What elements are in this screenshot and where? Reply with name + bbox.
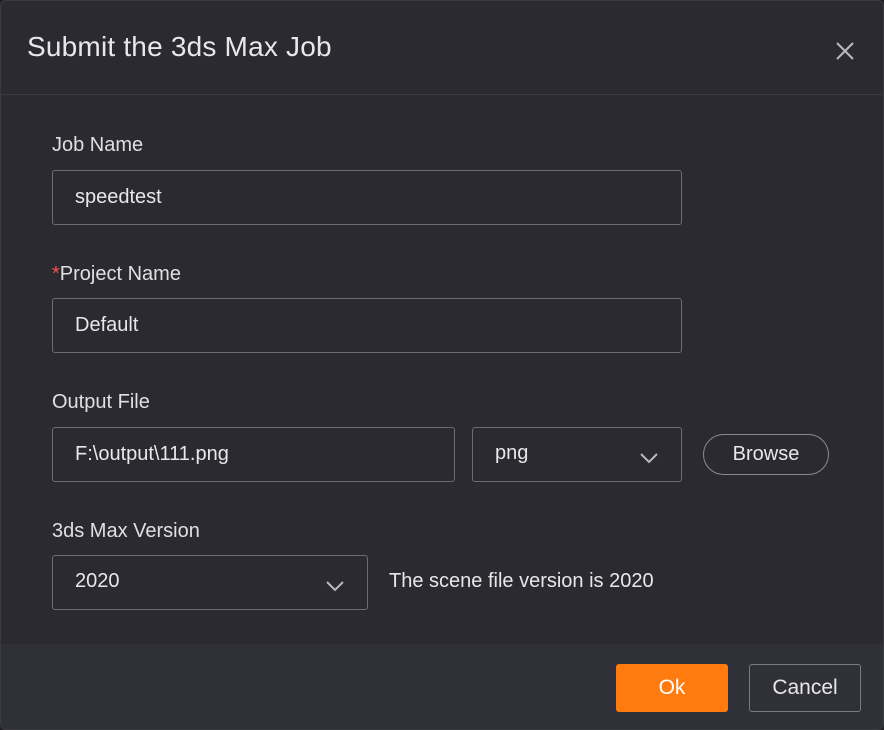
close-icon[interactable] [831, 37, 859, 65]
browse-button[interactable]: Browse [703, 434, 829, 475]
submit-job-dialog: Submit the 3ds Max Job Job Name *Project… [0, 0, 884, 730]
project-name-input[interactable] [52, 298, 682, 353]
job-name-input[interactable] [52, 170, 682, 225]
dialog-title: Submit the 3ds Max Job [27, 31, 332, 62]
output-format-select[interactable]: png [472, 427, 682, 482]
project-name-label-text: Project Name [59, 263, 181, 285]
output-file-input[interactable] [52, 427, 455, 482]
scene-version-note: The scene file version is 2020 [389, 570, 654, 592]
max-version-label: 3ds Max Version [52, 520, 200, 542]
job-name-label: Job Name [52, 134, 144, 156]
output-file-label: Output File [52, 391, 150, 413]
cancel-button[interactable]: Cancel [749, 664, 861, 712]
chevron-down-icon [639, 448, 659, 464]
chevron-down-icon [325, 576, 345, 592]
project-name-label: *Project Name [52, 263, 181, 286]
max-version-value: 2020 [75, 570, 120, 592]
dialog-header: Submit the 3ds Max Job [1, 1, 883, 95]
output-format-value: png [495, 442, 529, 464]
ok-button[interactable]: Ok [616, 664, 728, 712]
required-mark: * [52, 263, 60, 285]
max-version-select[interactable]: 2020 [52, 555, 368, 610]
